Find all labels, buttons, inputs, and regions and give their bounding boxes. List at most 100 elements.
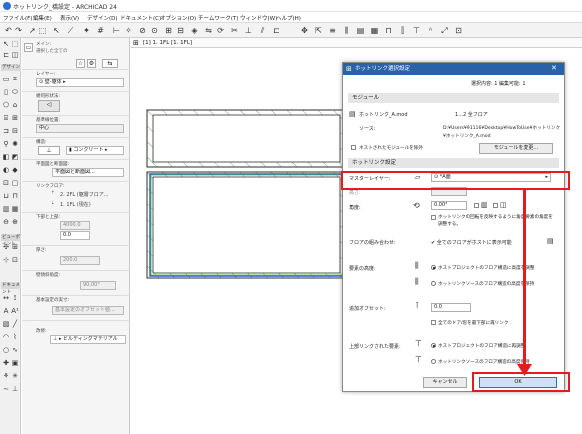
close-icon[interactable]: ✕ [551, 64, 557, 72]
top-link-value[interactable]: 2. 2FL (躯層フロア... [60, 191, 109, 198]
geometry-method-icon[interactable]: ◁ [38, 100, 60, 112]
shell-tool-icon[interactable]: ◐ [2, 166, 10, 174]
toolbox-group-document[interactable]: ドキュメント [1, 282, 21, 295]
detail-icon[interactable]: ⊡ [454, 26, 463, 35]
object-tool-icon[interactable]: ⚲ [2, 140, 10, 148]
suspend-group-icon[interactable]: ◈ [190, 26, 199, 35]
marquee-tool-icon[interactable]: ⬚ [11, 40, 19, 48]
fill-tool-icon[interactable]: ▧ [2, 320, 10, 328]
label-tool-icon[interactable]: A¹ [11, 307, 19, 315]
elevation-tool-icon[interactable]: ⊕ [11, 218, 19, 226]
eyedropper-icon[interactable]: ⊘ [138, 26, 147, 35]
morph-tool-icon[interactable]: ◆ [11, 166, 19, 174]
column-tool-icon[interactable]: ▯ [2, 88, 10, 96]
top-link-host-radio[interactable] [431, 343, 436, 348]
distribute-icon[interactable]: ⫼ [342, 26, 351, 35]
trim-icon[interactable]: ✂ [230, 26, 239, 35]
wall-angle-field[interactable]: 90.00° [80, 281, 116, 290]
dimension-tool-icon[interactable]: ↔ [2, 294, 10, 302]
roof-tool-icon[interactable]: ⌂ [11, 101, 19, 109]
column-icon[interactable]: ⫿ [398, 26, 407, 35]
adjust-angle-checkbox[interactable] [431, 215, 436, 220]
beam-alt-tool-icon[interactable]: ⊔ [2, 192, 10, 200]
align-icon[interactable]: ≡ [328, 26, 337, 35]
view-map-icon[interactable]: ⊞ [133, 39, 139, 47]
toolbox-group-viewpoint[interactable]: ビューポイント [1, 234, 21, 247]
text-tool-icon[interactable]: A [2, 307, 10, 315]
circle-tool-icon[interactable]: ○ [2, 346, 10, 354]
zone-tool-icon[interactable]: ◧ [2, 153, 10, 161]
group-tool-icon[interactable]: ◫ [11, 51, 19, 59]
drawing-tool-icon[interactable]: ⚘ [2, 372, 10, 380]
wall-tool-icon[interactable]: ▭ [2, 75, 10, 83]
menu-document[interactable]: ドキュメント(C) [120, 14, 161, 22]
split-icon[interactable]: ⊥ [244, 26, 253, 35]
floor-combo-icon[interactable]: ▤ [547, 237, 554, 245]
ungroup-icon[interactable]: ⊟ [176, 26, 185, 35]
rotate-checkbox[interactable] [493, 203, 498, 208]
arrow-select-icon[interactable]: ➚ [28, 26, 37, 35]
change-tool-icon[interactable]: ⊡ [11, 256, 19, 264]
fill-icon[interactable]: ▦ [370, 26, 379, 35]
group-icon[interactable]: ⊞ [164, 26, 173, 35]
settings-dialog-button[interactable]: ⇆ [102, 59, 118, 68]
layer-select[interactable]: ⊙ 壁-躯体 ▸ [36, 78, 124, 87]
height-source-radio[interactable] [431, 281, 436, 286]
camera-tool-icon[interactable]: ✣ [2, 243, 10, 251]
slab-tool-icon[interactable]: ⬠ [2, 101, 10, 109]
bottom-offset-field[interactable]: 0.0 [60, 231, 90, 240]
structure-select[interactable]: ▮ コンクリート ▸ [66, 146, 124, 155]
settings-gear-icon[interactable]: ⚙ [87, 59, 96, 68]
guide-line-icon[interactable]: ⟋ [66, 26, 75, 35]
edge-offset-select[interactable]: 基本設定のオフセット値... [52, 306, 124, 315]
line-tool-icon[interactable]: ╱ [11, 320, 19, 328]
toolbox-group-design[interactable]: デザイン [1, 64, 21, 71]
grid-icon[interactable]: # [96, 26, 105, 35]
mesh-tool-icon[interactable]: ◩ [11, 153, 19, 161]
home-story-value[interactable]: 1. 1FL (現在) [60, 201, 91, 208]
rotate-icon[interactable]: ⟳ [216, 26, 225, 35]
relink-doors-checkbox[interactable] [431, 320, 436, 325]
mirror-checkbox[interactable] [474, 203, 479, 208]
exclude-nested-checkbox[interactable] [351, 145, 356, 150]
polyline-tool-icon[interactable]: ⌇ [11, 333, 19, 341]
thickness-field[interactable]: 200.0 [60, 256, 100, 265]
text-icon[interactable]: ᴬ [426, 26, 435, 35]
wall-end-icon[interactable]: ⊥ [11, 385, 19, 393]
more-tools-icon[interactable]: ∼ [2, 385, 10, 393]
figure-tool-icon[interactable]: ▣ [11, 359, 19, 367]
ruler-icon[interactable]: ⊢ [112, 26, 121, 35]
structure-type-icon[interactable]: ⊥ [38, 146, 60, 155]
arrow-tool-icon[interactable]: ↖ [2, 40, 10, 48]
floorplan-section-button[interactable]: 平面図と断面図... [52, 168, 124, 177]
railing-tool-icon[interactable]: ⊞ [11, 114, 19, 122]
drag-icon[interactable]: ✥ [300, 26, 309, 35]
stair-tool-icon[interactable]: ⌸ [2, 114, 10, 122]
marquee-icon[interactable]: ⬚ [38, 26, 47, 35]
height-host-radio[interactable] [431, 265, 436, 270]
menu-options[interactable]: オプション(O) [160, 14, 196, 22]
inject-icon[interactable]: ⊙ [150, 26, 159, 35]
opening-tool-icon[interactable]: ▢ [11, 179, 19, 187]
window-tool-icon[interactable]: ⊟ [11, 127, 19, 135]
spline-tool-icon[interactable]: ∿ [11, 346, 19, 354]
frame-tool-icon[interactable]: ▦ [11, 205, 19, 213]
snap-icon[interactable]: ✦ [82, 26, 91, 35]
level-dim-tool-icon[interactable]: ⟟ [11, 294, 19, 302]
cancel-button[interactable]: キャンセル [423, 377, 467, 388]
extra-offset-field[interactable]: 0.0 [431, 303, 471, 312]
ref-line-select[interactable]: 中心 [36, 124, 124, 133]
beam-tool-icon[interactable]: ⬭ [11, 88, 19, 96]
curtain-wall-tool-icon[interactable]: ⌗ [11, 75, 19, 83]
hotspot-tool-icon[interactable]: ✚ [2, 359, 10, 367]
menu-edit[interactable]: 編集(E) [33, 14, 52, 22]
detail-tool-icon[interactable]: ⊹ [2, 256, 10, 264]
menu-view[interactable]: 表示(V) [60, 14, 79, 22]
layer-icon[interactable]: ▤ [356, 26, 365, 35]
elevation-icon[interactable]: ⊏ [272, 26, 281, 35]
pointer-icon[interactable]: ↖ [52, 26, 61, 35]
arc-tool-icon[interactable]: ◠ [2, 333, 10, 341]
lamp-tool-icon[interactable]: ✺ [11, 140, 19, 148]
section-tool-icon[interactable]: ⊖ [2, 218, 10, 226]
favorites-icon[interactable]: ☆ [76, 59, 85, 68]
